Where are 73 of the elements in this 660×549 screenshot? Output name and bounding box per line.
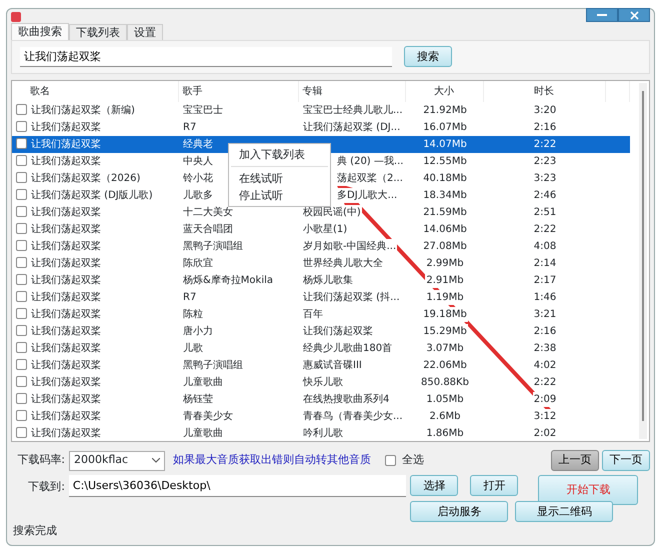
bitrate-dropdown[interactable]: 2000kflac [69,450,165,470]
table-cell: 让我们荡起双桨 (DJ... [302,120,402,135]
table-cell: 1.19Mb [425,290,465,305]
checkbox[interactable] [16,104,27,115]
action-button[interactable]: 启动服务 [410,501,508,522]
checkbox[interactable] [16,392,27,404]
menu-item[interactable]: 在线试听 [229,170,330,187]
table-cell: 让我们荡起双桨（2026) [30,170,142,186]
tab[interactable]: 歌曲搜索 [11,22,69,40]
checkbox[interactable] [16,172,27,183]
table-cell: 19.18Mb [422,306,468,322]
checkbox[interactable] [16,120,27,132]
checkbox[interactable] [16,256,27,268]
search-button[interactable]: 搜索 [404,46,452,68]
checkbox[interactable] [16,240,27,251]
search-field[interactable]: 让我们荡起双桨 [20,46,392,67]
checkbox[interactable] [16,290,27,302]
menu-item[interactable]: 加入下载列表 [229,146,330,163]
checkbox[interactable] [16,410,27,421]
table-cell: 2:09 [532,392,558,407]
caret-icon [152,458,160,463]
select-all-checkbox[interactable]: 全选 [385,452,424,469]
bitrate-label: 下载码率: [16,452,65,468]
checkbox[interactable] [16,358,27,370]
column-header[interactable]: 时长 [483,80,605,102]
status-text: 搜索完成 [12,522,58,538]
close-icon [630,10,638,20]
table-cell: 2:22 [532,374,558,390]
table-cell: 宝宝巴士经典儿歌儿... [302,102,404,118]
table-cell: 在线热搜歌曲系列4 [302,392,390,407]
column-header[interactable]: 歌手 [178,80,298,102]
table-cell: 青春鸟（青春美少女... [302,408,404,424]
app-icon [11,12,21,22]
column-header[interactable]: 大小 [405,80,483,102]
checkbox[interactable] [16,274,27,285]
menu-item[interactable]: 停止试听 [229,186,330,204]
next-page-button[interactable]: 下一页 [602,450,650,471]
checkbox[interactable] [16,206,27,217]
table-cell: 典 (20) —我... [336,154,404,169]
checkbox[interactable] [16,324,27,336]
checkbox[interactable] [16,308,27,319]
minimize-button[interactable] [586,8,618,22]
download-path-field[interactable]: C:\Users\36036\Desktop\ [68,475,406,498]
start-download-button[interactable]: 开始下载 [538,475,638,506]
table-cell: 青春美少女 [182,408,234,424]
hint-text: 如果最大音质获取出错则自动转其他音质 [173,452,372,468]
checkbox[interactable] [16,426,27,438]
minimize-icon [597,13,607,17]
checkbox[interactable] [16,222,27,234]
action-button[interactable]: 显示二维码 [515,501,614,522]
table-cell: 经典老 [182,136,214,152]
checkbox[interactable] [16,188,27,200]
checkbox[interactable] [16,154,27,166]
table-cell: 让我们荡起双桨 (DJ版儿歌) [30,188,154,203]
download-to-label: 下载到: [27,479,65,496]
table-cell: 荡起双桨（2... [336,170,404,186]
action-button[interactable]: 打开 [470,475,518,496]
tab[interactable]: 下载列表 [69,24,127,40]
column-header[interactable]: 专辑 [298,80,405,102]
table-cell: 岁月如歌-中国经典... [302,238,398,254]
checkbox[interactable] [16,138,27,149]
tab[interactable]: 设置 [127,24,163,40]
action-button[interactable]: 选择 [410,475,458,496]
previous-page-button[interactable]: 上一页 [551,450,599,471]
close-button[interactable] [618,8,650,22]
table-cell: 让我们荡起双桨（新编) [30,102,136,118]
table-cell: 2.91Mb [425,272,465,288]
table-cell: 多DJ儿歌大... [336,188,398,203]
scrollbar[interactable] [639,82,647,439]
checkbox[interactable] [16,342,27,353]
table-cell: 世界经典儿歌大全 [302,256,384,271]
checkbox[interactable] [16,376,27,387]
table-cell: 经典少儿歌曲180首 [302,340,394,356]
